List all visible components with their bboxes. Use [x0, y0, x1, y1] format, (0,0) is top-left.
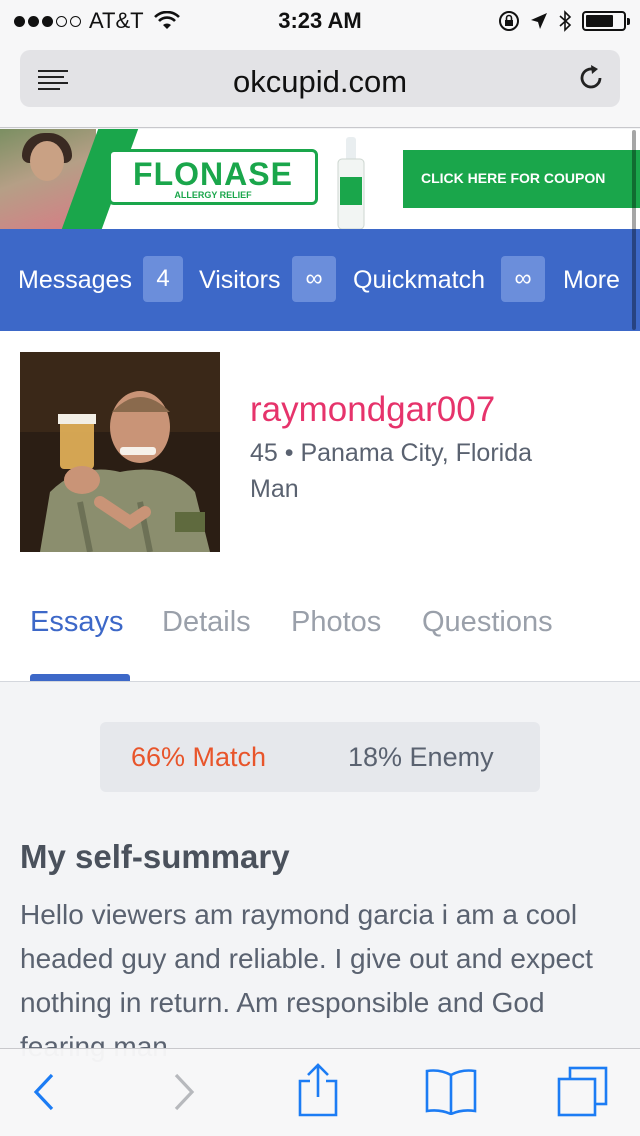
nav-quickmatch[interactable]: Quickmatch	[353, 266, 485, 295]
ad-coupon-button[interactable]: CLICK HERE FOR COUPON	[403, 150, 640, 208]
quickmatch-count-badge[interactable]: ∞	[501, 256, 545, 302]
forward-icon[interactable]	[170, 1069, 196, 1115]
browser-toolbar	[0, 1048, 640, 1136]
status-bar: AT&T 3:23 AM	[0, 0, 640, 40]
bluetooth-icon	[559, 10, 572, 32]
page-scrollbar[interactable]	[632, 130, 636, 330]
essay-text: Hello viewers am raymond garcia i am a c…	[20, 899, 593, 1062]
ad-tagline: ALLERGY RELIEF	[174, 190, 252, 200]
tabs-icon[interactable]	[556, 1065, 610, 1117]
ad-logo: FLONASE ALLERGY RELIEF	[108, 149, 318, 205]
profile-gender: Man	[250, 475, 299, 503]
match-percentage: 66% Match	[131, 742, 267, 772]
nav-visitors[interactable]: Visitors	[199, 266, 281, 295]
back-icon[interactable]	[30, 1069, 56, 1115]
share-icon[interactable]	[296, 1063, 340, 1117]
ad-bottle-image	[337, 137, 365, 229]
ad-cta-label: CLICK HERE FOR COUPON	[421, 170, 606, 186]
profile-photo[interactable]	[20, 352, 220, 552]
profile-age-location: 45 • Panama City, Florida	[250, 439, 533, 467]
tab-essays[interactable]: Essays	[30, 606, 123, 639]
battery-icon	[582, 11, 630, 31]
nav-more[interactable]: More	[563, 266, 620, 295]
url-text[interactable]: okcupid.com	[20, 64, 620, 100]
nav-messages[interactable]: Messages	[18, 266, 132, 295]
battery-fill	[586, 15, 613, 27]
address-bar[interactable]: okcupid.com	[20, 50, 620, 107]
match-percentages: 66% Match 18% Enemy	[100, 722, 540, 792]
bookmarks-icon[interactable]	[424, 1067, 478, 1115]
essay-title: My self-summary	[20, 838, 290, 875]
profile-username: raymondgar007	[250, 390, 496, 429]
profile-header: raymondgar007 45 • Panama City, Florida …	[0, 331, 640, 681]
orientation-lock-icon	[499, 11, 519, 31]
tab-questions[interactable]: Questions	[422, 606, 553, 639]
location-arrow-icon	[531, 13, 547, 29]
visitors-count-badge[interactable]: ∞	[292, 256, 336, 302]
tab-photos[interactable]: Photos	[291, 606, 381, 639]
top-nav: Messages 4 Visitors ∞ Quickmatch ∞ More	[0, 229, 640, 331]
enemy-percentage: 18% Enemy	[348, 742, 494, 772]
status-right	[498, 8, 630, 34]
ad-banner[interactable]: FLONASE ALLERGY RELIEF CLICK HERE FOR CO…	[0, 129, 640, 229]
messages-count-badge[interactable]: 4	[143, 256, 183, 302]
ad-brand: FLONASE	[133, 156, 293, 192]
reload-icon[interactable]	[576, 63, 606, 93]
divider	[0, 681, 640, 682]
active-tab-indicator	[30, 674, 130, 681]
browser-chrome: okcupid.com	[0, 40, 640, 128]
tab-details[interactable]: Details	[162, 606, 251, 639]
